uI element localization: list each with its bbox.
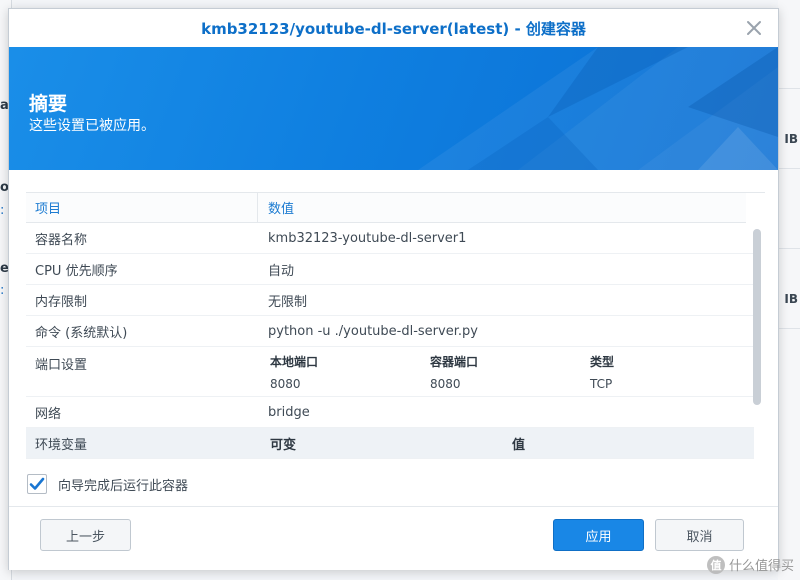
table-scrollbar[interactable] [753, 229, 761, 405]
run-after-wizard-label: 向导完成后运行此容器 [58, 478, 189, 494]
row-item: 端口设置 [35, 358, 88, 373]
background-right-panel: IB IB [778, 0, 800, 580]
table-row: CPU 优先顺序 自动 [26, 254, 754, 285]
row-item: CPU 优先顺序 [35, 263, 118, 279]
row-value: python -u ./youtube-dl-server.py [268, 323, 478, 339]
port-local-value: 8080 [270, 377, 301, 391]
run-after-wizard-checkbox[interactable] [27, 474, 47, 494]
env-headers: 可变 值 [258, 434, 754, 453]
watermark-logo-icon: 值 [706, 555, 725, 574]
port-type-value: TCP [590, 377, 613, 391]
apply-button[interactable]: 应用 [553, 519, 644, 551]
row-value: bridge [268, 404, 310, 420]
row-item: 容器名称 [35, 232, 88, 248]
table-row: 网络 bridge [26, 397, 754, 428]
summary-subtitle: 这些设置已被应用。 [29, 118, 155, 134]
row-value: kmb32123-youtube-dl-server1 [268, 230, 467, 246]
port-header-local: 本地端口 [270, 355, 319, 369]
port-header-container: 容器端口 [430, 355, 479, 369]
column-header-item[interactable]: 项目 [26, 193, 258, 222]
port-header-type: 类型 [590, 355, 615, 369]
dialog-footer: 上一步 应用 取消 [9, 506, 778, 570]
table-row: 容器名称 kmb32123-youtube-dl-server1 [26, 223, 754, 254]
column-header-value[interactable]: 数值 [258, 198, 294, 217]
run-after-wizard-option[interactable]: 向导完成后运行此容器 [27, 474, 188, 494]
checkmark-icon [29, 477, 45, 490]
background-text-fragment: : [0, 283, 5, 298]
watermark-text: 什么值得买 [728, 559, 794, 574]
close-icon[interactable] [744, 18, 764, 38]
row-item: 内存限制 [35, 294, 88, 310]
env-header-value: 值 [512, 437, 526, 453]
env-header-variable: 可变 [270, 437, 297, 453]
table-row-ports: 端口设置 本地端口 容器端口 类型 8080 8080 TCP [26, 347, 754, 397]
cancel-button[interactable]: 取消 [655, 519, 744, 551]
table-header: 项目 数值 [26, 193, 746, 223]
port-container-value: 8080 [430, 377, 461, 391]
summary-heading: 摘要 [29, 93, 68, 115]
background-text-fragment: : [0, 203, 5, 218]
summary-table: 项目 数值 容器名称 kmb32123-youtube-dl-server1 C… [26, 192, 765, 459]
port-settings: 本地端口 容器端口 类型 8080 8080 TCP [258, 347, 754, 391]
summary-banner: 摘要 这些设置已被应用。 [9, 47, 778, 170]
table-row-env: 环境变量 可变 值 [26, 428, 754, 459]
table-row: 命令 (系统默认) python -u ./youtube-dl-server.… [26, 316, 754, 347]
create-container-dialog: kmb32123/youtube-dl-server(latest) - 创建容… [8, 8, 779, 570]
previous-step-button[interactable]: 上一步 [40, 519, 131, 551]
banner-decoration [418, 47, 778, 170]
watermark: 值 什么值得买 [706, 555, 794, 574]
table-row: 内存限制 无限制 [26, 285, 754, 316]
background-size-unit: IB [784, 132, 798, 146]
row-item: 命令 (系统默认) [35, 325, 128, 341]
dialog-title: kmb32123/youtube-dl-server(latest) - 创建容… [201, 19, 586, 38]
dialog-titlebar: kmb32123/youtube-dl-server(latest) - 创建容… [9, 9, 778, 47]
row-value: 无限制 [268, 294, 308, 310]
row-value: 自动 [268, 263, 295, 279]
row-item: 网络 [35, 406, 62, 422]
background-size-unit: IB [784, 292, 798, 306]
row-item: 环境变量 [35, 437, 88, 453]
table-body: 容器名称 kmb32123-youtube-dl-server1 CPU 优先顺… [26, 223, 754, 459]
